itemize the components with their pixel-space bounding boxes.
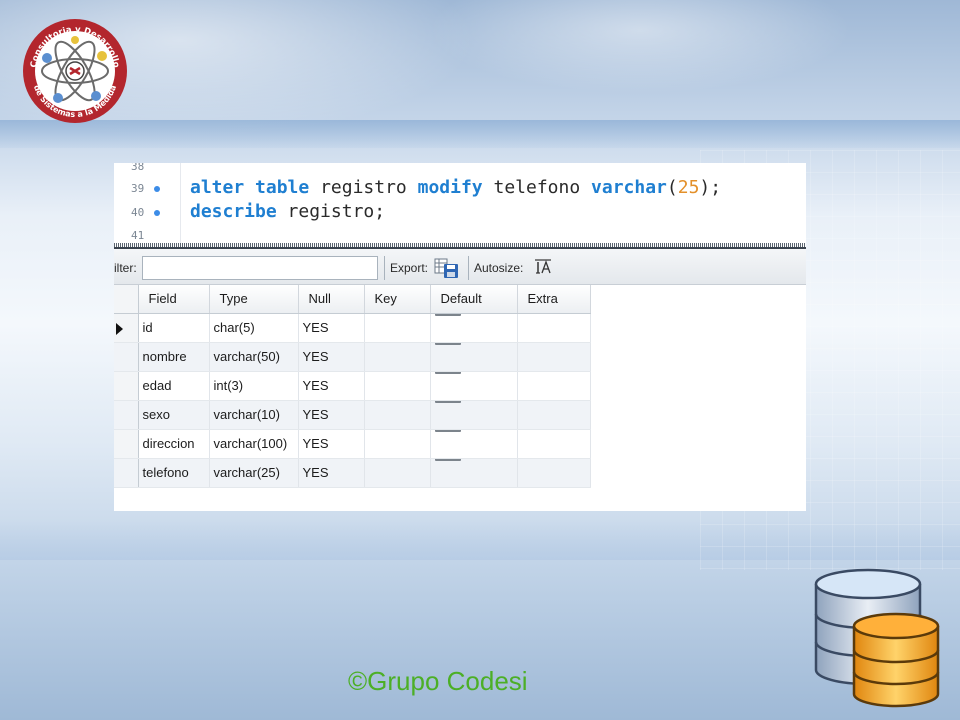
cell-key[interactable] — [364, 313, 431, 343]
column-header-null[interactable]: Null — [298, 285, 365, 314]
toolbar-separator — [468, 256, 469, 280]
grid-header-row: Field Type Null Key Default Extra — [114, 285, 591, 314]
cell-default[interactable]: NULL — [430, 400, 518, 430]
cell-null[interactable]: YES — [298, 458, 365, 488]
cell-key[interactable] — [364, 342, 431, 372]
row-header[interactable] — [114, 429, 139, 459]
row-header[interactable] — [114, 458, 139, 488]
cell-type[interactable]: varchar(50) — [209, 342, 299, 372]
table-row[interactable]: idchar(5)YES NULL — [114, 313, 591, 343]
cell-null[interactable]: YES — [298, 400, 365, 430]
cell-extra[interactable] — [517, 342, 591, 372]
line-number: 40 — [131, 206, 145, 219]
table-row[interactable]: telefonovarchar(25)YES NULL — [114, 458, 591, 488]
cell-type[interactable]: varchar(10) — [209, 400, 299, 430]
cell-null[interactable]: YES — [298, 429, 365, 459]
cell-key[interactable] — [364, 400, 431, 430]
row-header[interactable] — [114, 400, 139, 430]
result-toolbar: ilter: Export: Autosize: — [114, 249, 806, 285]
table-row[interactable]: sexovarchar(10)YES NULL — [114, 400, 591, 430]
null-badge: NULL — [434, 371, 461, 374]
code-line[interactable]: alter table registro modify telefono var… — [190, 176, 721, 200]
background-band-top — [0, 120, 960, 148]
statement-marker-icon[interactable] — [154, 210, 160, 216]
cell-default[interactable]: NULL — [430, 371, 518, 401]
gutter-line: 40 — [114, 202, 174, 224]
cell-key[interactable] — [364, 371, 431, 401]
row-header[interactable] — [114, 371, 139, 401]
null-badge: NULL — [434, 429, 461, 432]
row-header-corner — [114, 285, 139, 314]
cell-type[interactable]: char(5) — [209, 313, 299, 343]
atom-logo-icon: Consultoria y Desarrollo de Sistemas a l… — [23, 19, 127, 123]
cell-extra[interactable] — [517, 458, 591, 488]
cell-type[interactable]: varchar(100) — [209, 429, 299, 459]
cell-field[interactable]: direccion — [138, 429, 210, 459]
cell-null[interactable]: YES — [298, 313, 365, 343]
sql-editor[interactable]: 38 39 40 41 alter table registro modify … — [114, 163, 806, 243]
cell-extra[interactable] — [517, 371, 591, 401]
cell-default[interactable]: NULL — [430, 313, 518, 343]
code-line[interactable]: describe registro; — [190, 200, 385, 224]
cell-field[interactable]: nombre — [138, 342, 210, 372]
null-badge: NULL — [434, 313, 461, 316]
column-header-extra[interactable]: Extra — [517, 285, 591, 314]
toolbar-separator — [384, 256, 385, 280]
autosize-icon[interactable] — [534, 259, 552, 275]
export-save-icon[interactable] — [434, 257, 460, 279]
cell-null[interactable]: YES — [298, 342, 365, 372]
column-header-type[interactable]: Type — [209, 285, 299, 314]
null-badge: NULL — [434, 342, 461, 345]
row-header[interactable] — [114, 313, 139, 343]
workbench-screenshot: 38 39 40 41 alter table registro modify … — [114, 163, 806, 511]
cell-default[interactable]: NULL — [430, 342, 518, 372]
cell-default[interactable]: NULL — [430, 458, 518, 488]
current-row-arrow-icon — [116, 322, 123, 335]
cell-extra[interactable] — [517, 429, 591, 459]
result-grid[interactable]: Field Type Null Key Default Extra id char… — [114, 285, 591, 488]
filter-input[interactable] — [142, 256, 378, 280]
cell-field[interactable]: telefono — [138, 458, 210, 488]
cell-field[interactable]: sexo — [138, 400, 210, 430]
gutter-line: 38 — [114, 163, 174, 178]
table-row[interactable]: edadint(3)YES NULL — [114, 371, 591, 401]
footer-copyright: ©Grupo Codesi — [348, 666, 528, 696]
gutter-line: 39 — [114, 178, 174, 200]
table-row[interactable]: nombrevarchar(50)YES NULL — [114, 342, 591, 372]
cell-extra[interactable] — [517, 400, 591, 430]
database-icon — [814, 568, 940, 708]
line-number: 39 — [131, 182, 145, 195]
cell-key[interactable] — [364, 429, 431, 459]
null-badge: NULL — [434, 458, 461, 461]
column-header-default[interactable]: Default — [430, 285, 518, 314]
cell-type[interactable]: int(3) — [209, 371, 299, 401]
cell-type[interactable]: varchar(25) — [209, 458, 299, 488]
column-header-field[interactable]: Field — [138, 285, 210, 314]
cell-default[interactable]: NULL — [430, 429, 518, 459]
table-row[interactable]: direccionvarchar(100)YES NULL — [114, 429, 591, 459]
cell-key[interactable] — [364, 458, 431, 488]
row-header[interactable] — [114, 342, 139, 372]
line-number: 38 — [131, 163, 145, 173]
null-badge: NULL — [434, 400, 461, 403]
cell-null[interactable]: YES — [298, 371, 365, 401]
statement-marker-icon[interactable] — [154, 186, 160, 192]
cell-extra[interactable] — [517, 313, 591, 343]
filter-label: ilter: — [114, 261, 137, 275]
gutter-separator — [180, 163, 181, 243]
export-label: Export: — [390, 261, 429, 275]
column-header-key[interactable]: Key — [364, 285, 431, 314]
cell-field[interactable]: id — [138, 313, 210, 343]
autosize-label: Autosize: — [474, 261, 524, 275]
cell-field[interactable]: edad — [138, 371, 210, 401]
